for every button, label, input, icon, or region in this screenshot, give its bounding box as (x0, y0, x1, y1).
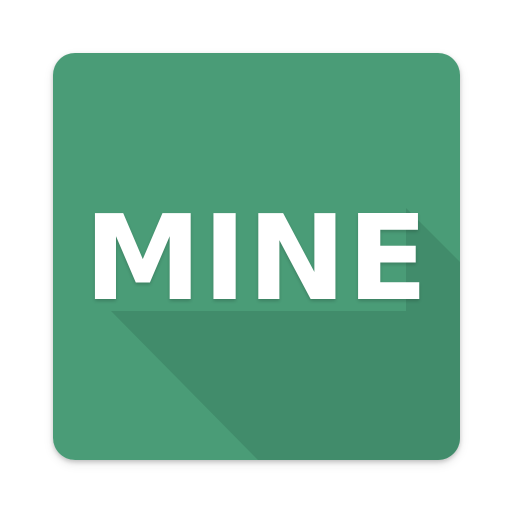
icon-label: MINE (84, 189, 429, 327)
app-icon[interactable]: MINE (53, 53, 460, 460)
canvas: MINE (0, 0, 512, 512)
